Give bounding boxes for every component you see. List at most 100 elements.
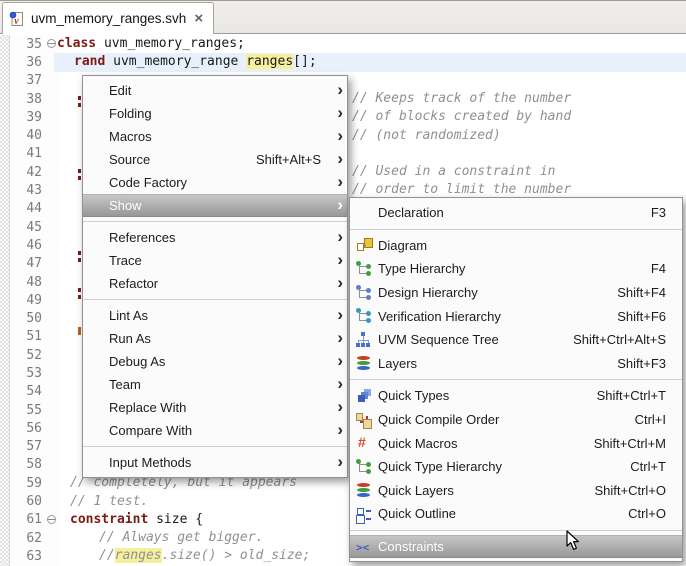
submenu-item-icon: [356, 388, 373, 404]
submenu-item[interactable]: Quick Compile Order Ctrl+I: [350, 408, 682, 432]
code-line-39: // of blocks created by hand: [352, 109, 572, 125]
submenu-item-icon: [356, 411, 373, 428]
gutter-row: 38: [10, 90, 62, 108]
menu-item-label: Trace: [109, 253, 142, 268]
line-number: 47: [26, 256, 42, 272]
menu-item[interactable]: Show: [83, 194, 347, 217]
submenu-item-label: Quick Outline: [378, 506, 457, 522]
line-number: 55: [26, 402, 42, 418]
gutter-row: 63: [10, 547, 62, 565]
menu-item-label: Run As: [109, 331, 151, 346]
menu-item[interactable]: Code Factory: [83, 171, 347, 194]
code-text: [];: [293, 54, 317, 70]
submenu-item[interactable]: Quick Layers Shift+Ctrl+O: [350, 479, 682, 503]
line-number: 57: [26, 439, 42, 455]
menu-item[interactable]: Compare With: [83, 419, 347, 442]
submenu-item[interactable]: Constraints: [350, 534, 682, 559]
submenu-item-icon: [356, 539, 373, 555]
line-number-gutter[interactable]: 35 36 37 38 39 40 41 42 43 44 45 46 47 4…: [10, 35, 62, 566]
menu-item[interactable]: Team: [83, 373, 347, 396]
gutter-row: 62: [10, 529, 62, 547]
gutter-row: 42: [10, 163, 62, 181]
menu-item[interactable]: Refactor: [83, 272, 347, 295]
submenu-item-shortcut: Shift+Ctrl+M: [593, 435, 666, 451]
menu-item[interactable]: Run As: [83, 327, 347, 350]
context-menu: Edit Folding Macros Source Shift+Alt+S: [82, 75, 348, 478]
editor-tab-bar: v uvm_memory_ranges.svh ×: [0, 0, 686, 34]
code-text: uvm_memory_ranges;: [96, 36, 245, 51]
submenu-item[interactable]: Quick Macros Shift+Ctrl+M: [350, 431, 682, 455]
submenu-item-shortcut: Shift+Ctrl+Alt+S: [573, 332, 666, 348]
gutter-row: 55: [10, 401, 62, 419]
submenu-item[interactable]: Verification Hierarchy Shift+F6: [350, 304, 682, 328]
menu-item[interactable]: Folding: [83, 102, 347, 125]
line-number: 52: [26, 347, 42, 363]
gutter-row: 56: [10, 419, 62, 437]
submenu-item[interactable]: Quick Type Hierarchy Ctrl+T: [350, 455, 682, 479]
submenu-item-shortcut: Shift+F4: [617, 285, 666, 301]
marker-ruler[interactable]: [0, 35, 10, 566]
submenu-item-label: UVM Sequence Tree: [378, 332, 499, 348]
submenu-item[interactable]: Design Hierarchy Shift+F4: [350, 281, 682, 305]
submenu-item-shortcut: Shift+F6: [617, 308, 666, 324]
submenu-item[interactable]: Quick Outline Ctrl+O: [350, 502, 682, 526]
gutter-row: 37: [10, 72, 62, 90]
menu-item[interactable]: Debug As: [83, 350, 347, 373]
submenu-item-icon: [356, 355, 373, 371]
menu-item-label: Replace With: [109, 400, 187, 415]
keyword-constraint: constraint: [70, 511, 149, 527]
menu-item[interactable]: Source Shift+Alt+S: [83, 148, 347, 171]
fold-marker-icon[interactable]: [42, 511, 60, 529]
submenu-arrow-icon: [329, 253, 343, 268]
submenu-item-shortcut: F3: [650, 205, 666, 221]
hidden-code-sliver: [78, 295, 81, 299]
code-line-38: // Keeps track of the number: [352, 90, 572, 106]
submenu-arrow-icon: [329, 83, 343, 98]
menu-item[interactable]: Trace: [83, 249, 347, 272]
submenu-item[interactable]: UVM Sequence Tree Shift+Ctrl+Alt+S: [350, 328, 682, 352]
code-line-60: // 1 test.: [70, 493, 149, 509]
submenu-item[interactable]: Quick Types Shift+Ctrl+T: [350, 384, 682, 408]
gutter-row: 52: [10, 346, 62, 364]
menu-item[interactable]: References: [83, 226, 347, 249]
line-number: 36: [26, 54, 42, 70]
menu-item-label: Edit: [109, 83, 132, 98]
show-submenu: Declaration F3 Diagram Type Hierarchy F4: [349, 197, 683, 563]
submenu-item[interactable]: Diagram: [350, 234, 682, 258]
line-number: 45: [26, 219, 42, 235]
submenu-item[interactable]: Type Hierarchy F4: [350, 257, 682, 281]
submenu-item-icon: [356, 260, 373, 277]
gutter-row: 51: [10, 328, 62, 346]
submenu-item-label: Quick Layers: [378, 482, 454, 498]
menu-item[interactable]: Input Methods: [83, 451, 347, 474]
systemverilog-file-icon: v: [9, 11, 23, 27]
menu-item[interactable]: Lint As: [83, 304, 347, 327]
tab-close-icon[interactable]: ×: [194, 11, 203, 26]
menu-item[interactable]: Edit: [83, 79, 347, 102]
submenu-item[interactable]: Layers Shift+F3: [350, 352, 682, 376]
code-line-42: // Used in a constraint in: [352, 164, 556, 180]
line-number: 56: [26, 420, 42, 436]
menu-item[interactable]: Replace With: [83, 396, 347, 419]
line-number: 62: [26, 530, 42, 546]
menu-item-label: Show: [109, 198, 142, 213]
submenu-item-icon: [356, 308, 373, 325]
hidden-code-sliver: [78, 327, 81, 335]
menu-item: [83, 217, 347, 226]
submenu-item[interactable]: Declaration F3: [350, 201, 682, 225]
submenu-item-label: Design Hierarchy: [378, 285, 478, 301]
menu-item-label: Input Methods: [109, 455, 192, 470]
submenu-item-label: Quick Compile Order: [378, 412, 500, 428]
gutter-row: 35: [10, 35, 62, 53]
submenu-item-icon: [356, 458, 373, 475]
code-text: uvm_memory_range: [105, 54, 247, 70]
gutter-row: 58: [10, 456, 62, 474]
tab-uvm-memory-ranges[interactable]: v uvm_memory_ranges.svh ×: [2, 2, 214, 34]
menu-item-label: Source: [109, 152, 151, 167]
line-number: 63: [26, 548, 42, 564]
gutter-row: 59: [10, 474, 62, 492]
gutter-row: 60: [10, 492, 62, 510]
menu-item[interactable]: Macros: [83, 125, 347, 148]
line-number: 44: [26, 201, 42, 217]
submenu-arrow-icon: [329, 455, 343, 470]
